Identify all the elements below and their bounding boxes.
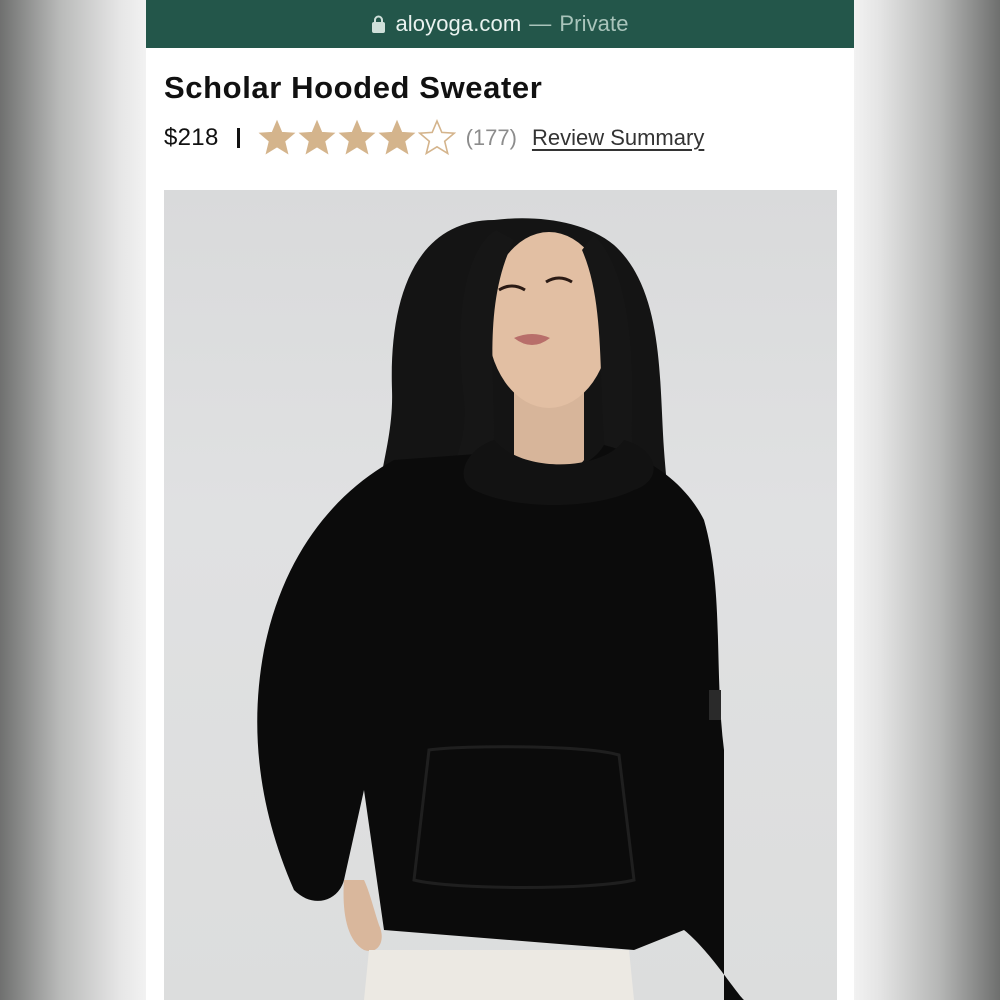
price-rating-row: $218 (177) Review Summary xyxy=(164,117,704,159)
product-title: Scholar Hooded Sweater xyxy=(164,70,543,105)
browser-url-bar[interactable]: aloyoga.com — Private xyxy=(146,0,854,48)
star-rating[interactable] xyxy=(258,119,458,157)
product-image[interactable] xyxy=(164,190,837,1000)
lock-icon xyxy=(372,15,386,33)
sweater xyxy=(257,445,744,1000)
pants xyxy=(364,950,634,1000)
sleeve-label xyxy=(709,690,721,720)
star-filled-icon xyxy=(258,119,296,155)
star-filled-icon xyxy=(378,119,416,155)
price-divider xyxy=(236,128,240,148)
model-illustration xyxy=(257,218,744,1000)
phone-screen: aloyoga.com — Private Scholar Hooded Swe… xyxy=(146,0,854,1000)
url-separator: — xyxy=(529,11,552,36)
product-price: $218 xyxy=(164,124,219,151)
star-empty-icon xyxy=(417,119,456,156)
review-summary-link[interactable]: Review Summary xyxy=(532,125,704,151)
hand xyxy=(343,880,382,951)
review-count[interactable]: (177) xyxy=(466,125,517,151)
url-domain: aloyoga.com xyxy=(395,11,522,36)
star-filled-icon xyxy=(298,119,336,155)
star-filled-icon xyxy=(338,119,376,155)
private-mode-label: Private xyxy=(559,11,629,36)
